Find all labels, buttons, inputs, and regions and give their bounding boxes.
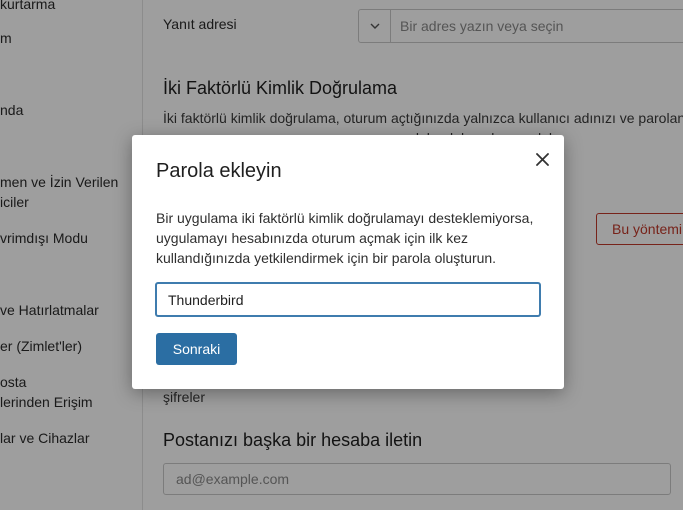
next-button[interactable]: Sonraki: [156, 333, 237, 365]
password-name-input[interactable]: [157, 284, 539, 315]
dialog-description-line: kullandığınızda yetkilendirmek için bir …: [156, 250, 497, 266]
close-icon[interactable]: [531, 148, 553, 170]
dialog-description: Bir uygulama iki faktörlü kimlik doğrula…: [156, 208, 548, 268]
dialog-description-line: uygulamayı hesabınızda oturum açmak için…: [156, 230, 469, 246]
add-password-dialog: Parola ekleyin Bir uygulama iki faktörlü…: [132, 135, 564, 389]
dialog-title: Parola ekleyin: [156, 160, 282, 182]
password-name-field[interactable]: [155, 282, 541, 317]
dialog-description-line: Bir uygulama iki faktörlü kimlik doğrula…: [156, 210, 534, 226]
